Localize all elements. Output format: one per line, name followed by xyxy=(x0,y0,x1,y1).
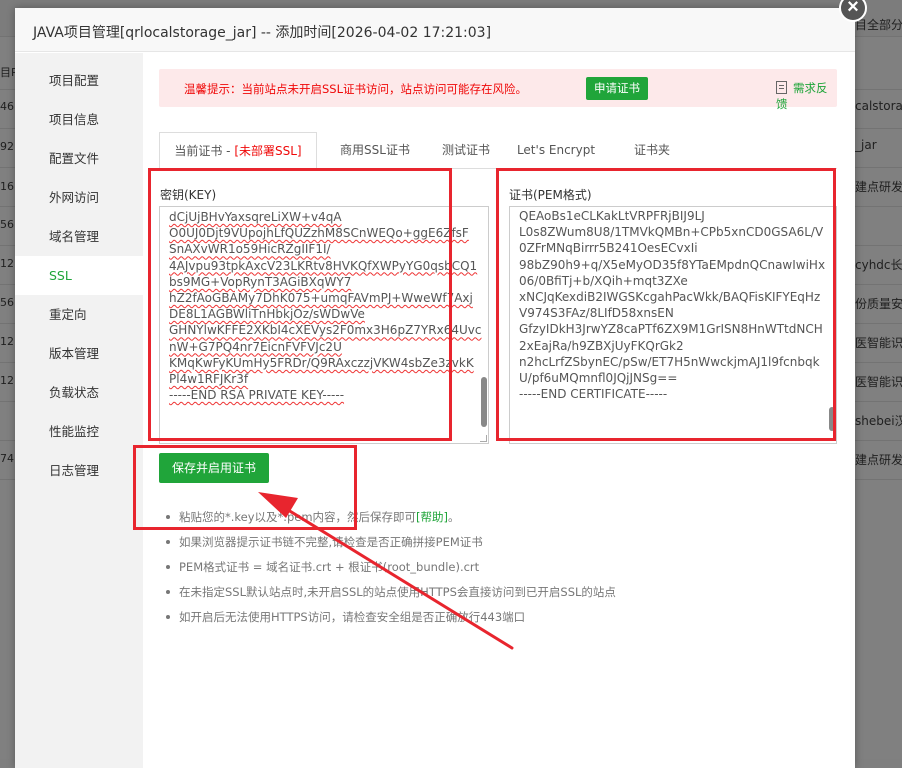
background-cell: 56 xyxy=(0,296,14,309)
sidebar-item-ssl[interactable]: SSL xyxy=(15,256,143,295)
dialog-title: JAVA项目管理[qrlocalstorage_jar] -- 添加时间[202… xyxy=(33,25,492,41)
tip-item: 在未指定SSL默认站点时,未开启SSL的站点使用HTTPS会直接访问到已开启SS… xyxy=(166,583,616,608)
dialog-header: JAVA项目管理[qrlocalstorage_jar] -- 添加时间[202… xyxy=(15,8,855,52)
background-cell: cyhdc长安 xyxy=(855,258,902,272)
sidebar-item-version[interactable]: 版本管理 xyxy=(15,334,143,373)
tab-test-certificate[interactable]: 测试证书 xyxy=(431,132,501,169)
tab-status: [未部署SSL] xyxy=(234,144,302,158)
background-cell: _jar xyxy=(855,138,877,152)
help-link[interactable]: [帮助] xyxy=(416,510,448,524)
background-cell: 74 xyxy=(0,452,14,465)
apply-certificate-button[interactable]: 申请证书 xyxy=(586,77,648,100)
tab-current-certificate[interactable]: 当前证书 - [未部署SSL] xyxy=(159,132,317,170)
annotation-box-key xyxy=(148,168,452,441)
background-cell: 12 xyxy=(0,335,14,348)
sidebar-item-domain[interactable]: 域名管理 xyxy=(15,217,143,256)
sidebar-item-external-access[interactable]: 外网访问 xyxy=(15,178,143,217)
tip-item: 如果浏览器提示证书链不完整,请检查是否正确拼接PEM证书 xyxy=(166,533,616,558)
ssl-warning-banner: 温馨提示：当前站点未开启SSL证书访问，站点访问可能存在风险。 申请证书 需求反… xyxy=(159,69,837,111)
annotation-box-certificate xyxy=(496,168,836,441)
background-cell: 份质量安全 xyxy=(855,297,902,311)
annotation-box-save xyxy=(133,445,357,530)
sidebar-item-logs[interactable]: 日志管理 xyxy=(15,451,143,490)
sidebar-item-project-config[interactable]: 项目配置 xyxy=(15,61,143,100)
background-cell: 12 xyxy=(0,374,14,387)
background-cell: 医智能识别 xyxy=(855,375,902,389)
resize-handle[interactable] xyxy=(480,435,487,442)
tip-tail: 。 xyxy=(448,510,460,524)
tip-item: 如开启后无法使用HTTPS访问，请检查安全组是否正确放行443端口 xyxy=(166,608,616,633)
document-icon xyxy=(776,81,787,94)
background-cell: 56 xyxy=(0,218,14,231)
background-cell: shebei汉 xyxy=(855,414,902,428)
key-scrollbar[interactable] xyxy=(481,377,487,427)
background-cell: 16 xyxy=(0,180,14,193)
tab-commercial-ssl[interactable]: 商用SSL证书 xyxy=(325,132,425,169)
background-cell: 92 xyxy=(0,140,14,153)
dialog-sidebar: 项目配置 项目信息 配置文件 外网访问 域名管理 SSL 重定向 版本管理 负载… xyxy=(15,53,143,768)
background-cell: 医智能识别 xyxy=(855,336,902,350)
sidebar-item-project-info[interactable]: 项目信息 xyxy=(15,100,143,139)
tip-item: PEM格式证书 = 域名证书.crt + 根证书(root_bundle).cr… xyxy=(166,558,616,583)
tab-certificate-folder[interactable]: 证书夹 xyxy=(627,132,677,169)
background-cell: 建点研发设 xyxy=(855,180,902,194)
sidebar-item-load-status[interactable]: 负载状态 xyxy=(15,373,143,412)
background-cell: 建点研发设 xyxy=(855,453,902,467)
sidebar-item-config-file[interactable]: 配置文件 xyxy=(15,139,143,178)
feedback-link[interactable]: 需求反馈 xyxy=(776,80,837,112)
tab-lets-encrypt[interactable]: Let's Encrypt xyxy=(511,132,601,169)
sidebar-item-redirect[interactable]: 重定向 xyxy=(15,295,143,334)
tab-label: 当前证书 - xyxy=(174,144,235,158)
background-right-column: 目全部分类 calstorage _jar 建点研发设 cyhdc长安 份质量安… xyxy=(855,0,902,759)
sidebar-item-performance[interactable]: 性能监控 xyxy=(15,412,143,451)
warning-text: 温馨提示：当前站点未开启SSL证书访问，站点访问可能存在风险。 xyxy=(184,82,528,96)
background-cell: 46 xyxy=(0,100,14,113)
background-cell: 12 xyxy=(0,257,14,270)
background-cell: calstorage xyxy=(855,99,902,113)
background-left-column: 目P 46 92 16 56 12 56 12 12 74 xyxy=(0,0,18,759)
ssl-tabs: 当前证书 - [未部署SSL] 商用SSL证书 测试证书 Let's Encry… xyxy=(159,132,837,170)
